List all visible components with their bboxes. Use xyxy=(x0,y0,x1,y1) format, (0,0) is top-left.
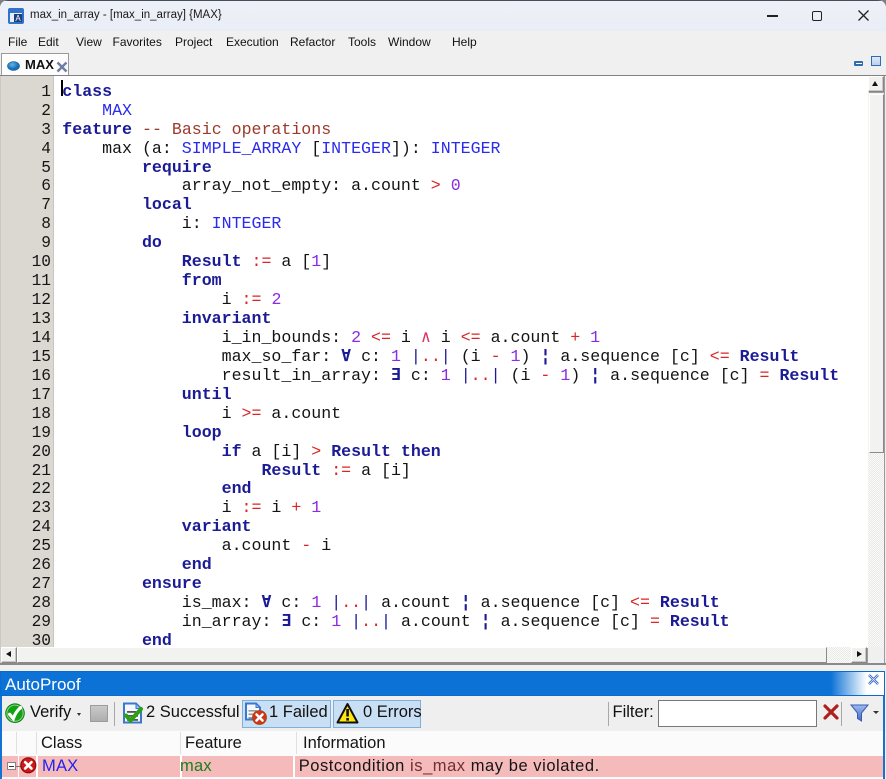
svg-text:A: A xyxy=(15,14,21,23)
